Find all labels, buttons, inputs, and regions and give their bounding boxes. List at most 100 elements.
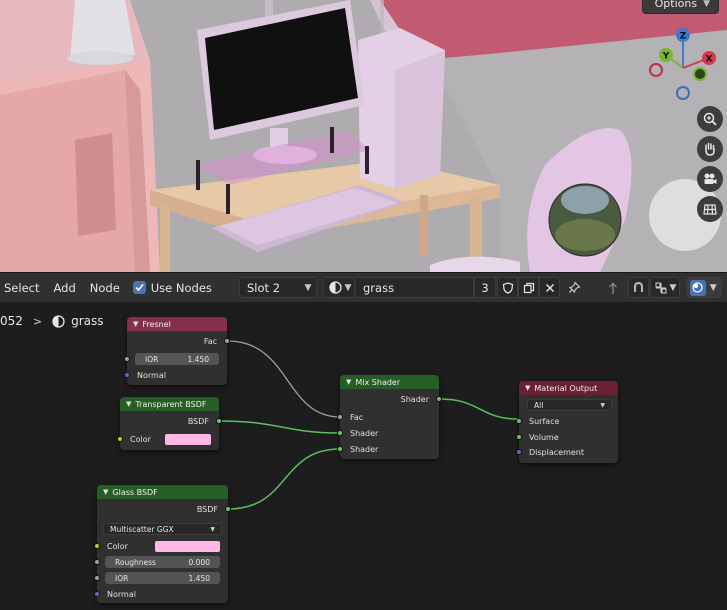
scene-render: [0, 0, 727, 272]
fresnel-title: Fresnel: [142, 319, 171, 329]
browse-material-button[interactable]: ▼: [323, 277, 355, 298]
glass-ior-field[interactable]: IOR 1.450: [105, 572, 220, 584]
fake-user-shield-icon[interactable]: [497, 277, 518, 298]
transparent-color-swatch[interactable]: [165, 434, 211, 445]
mix-node-header[interactable]: ▼ Mix Shader: [340, 375, 439, 389]
transparent-node-header[interactable]: ▼ Transparent BSDF: [120, 397, 219, 411]
svg-text:Z: Z: [680, 32, 687, 42]
node-editor-header: Select Add Node Use Nodes Slot 2 ▼ ▼ gra…: [0, 272, 727, 302]
collapse-chevron-icon[interactable]: ▼: [133, 320, 138, 328]
transparent-bsdf-output: BSDF: [187, 416, 209, 426]
glass-node-header[interactable]: ▼ Glass BSDF: [97, 485, 228, 499]
fac-output-socket[interactable]: [224, 338, 230, 344]
ior-value: 1.450: [187, 354, 209, 364]
unlink-close-icon[interactable]: [539, 277, 560, 298]
normal-input-socket[interactable]: [94, 591, 100, 597]
mix-shader-node[interactable]: ▼ Mix Shader Shader Fac Shader Shader: [337, 375, 442, 459]
fresnel-node-header[interactable]: ▼ Fresnel: [127, 317, 227, 331]
menu-add[interactable]: Add: [46, 281, 82, 295]
fresnel-fac-output: Fac: [203, 336, 217, 346]
collapse-chevron-icon[interactable]: ▼: [525, 384, 530, 392]
glass-bsdf-output: BSDF: [196, 504, 218, 514]
glass-color-label: Color: [107, 541, 128, 551]
output-title: Material Output: [534, 383, 598, 393]
material-name: grass: [363, 280, 395, 295]
grid-icon[interactable]: [697, 196, 723, 222]
ior-label: IOR: [145, 354, 159, 364]
output-node-header[interactable]: ▼ Material Output: [519, 381, 618, 395]
user-count-label: 3: [481, 280, 489, 295]
breadcrumb-material: grass: [71, 314, 104, 328]
collapse-chevron-icon[interactable]: ▼: [346, 378, 351, 386]
breadcrumb-separator-icon: >: [32, 314, 43, 328]
shader1-input-socket[interactable]: [337, 430, 343, 436]
zoom-icon[interactable]: [697, 106, 723, 132]
roughness-value: 0.000: [188, 557, 210, 567]
transparent-title: Transparent BSDF: [135, 399, 207, 409]
mix-fac-label: Fac: [350, 412, 364, 422]
normal-input-socket[interactable]: [124, 372, 130, 378]
chevron-down-icon: ▼: [210, 525, 215, 533]
volume-input-socket[interactable]: [516, 434, 522, 440]
collapse-chevron-icon[interactable]: ▼: [126, 400, 131, 408]
collapse-chevron-icon[interactable]: ▼: [103, 488, 108, 496]
menu-select[interactable]: Select: [0, 281, 46, 295]
chevron-down-icon: ▼: [669, 282, 677, 293]
mix-shader-output: Shader: [400, 394, 429, 404]
shader-output-socket[interactable]: [436, 396, 442, 402]
use-nodes-checkbox[interactable]: [132, 281, 146, 294]
transparent-color-label: Color: [130, 434, 151, 444]
3d-viewport[interactable]: Options ▼ Z Y X: [0, 0, 727, 272]
slot-label: Slot 2: [247, 280, 281, 295]
material-sphere-icon: [324, 281, 342, 294]
overlay-icon: [690, 279, 706, 296]
snap-settings-dropdown[interactable]: ▼: [650, 277, 680, 298]
ior-input-socket[interactable]: [124, 356, 130, 362]
snap-magnet-icon[interactable]: [628, 277, 649, 298]
options-label: Options: [654, 0, 698, 10]
fac-input-socket[interactable]: [337, 414, 343, 420]
displacement-input-socket[interactable]: [516, 449, 522, 455]
glass-normal-label: Normal: [107, 589, 136, 599]
link-transparent-to-mix: [218, 420, 341, 434]
options-dropdown[interactable]: Options ▼: [641, 0, 719, 14]
pan-hand-icon[interactable]: [697, 136, 723, 162]
fresnel-normal-label: Normal: [137, 370, 166, 380]
use-nodes-toggle[interactable]: Use Nodes: [127, 281, 212, 295]
pin-icon[interactable]: [564, 277, 585, 298]
link-glass-to-mix: [227, 448, 341, 510]
surface-input-socket[interactable]: [516, 418, 522, 424]
surface-label: Surface: [529, 416, 560, 426]
user-count[interactable]: 3: [474, 277, 496, 298]
distribution-dropdown[interactable]: Multiscatter GGX ▼: [103, 523, 222, 535]
ior-field[interactable]: IOR 1.450: [135, 353, 219, 365]
navigation-gizmo[interactable]: Z Y X: [645, 25, 723, 103]
glass-color-swatch[interactable]: [155, 541, 220, 552]
roughness-input-socket[interactable]: [94, 559, 100, 565]
duplicate-material-icon[interactable]: [518, 277, 539, 298]
output-target-dropdown[interactable]: All ▼: [527, 399, 612, 411]
material-output-node[interactable]: ▼ Material Output All ▼ Surface Volume D…: [516, 381, 618, 463]
glass-title: Glass BSDF: [112, 487, 158, 497]
link-mix-to-output: [439, 398, 519, 420]
fresnel-node[interactable]: ▼ Fresnel Fac IOR 1.450 Normal: [124, 317, 230, 385]
glass-bsdf-node[interactable]: ▼ Glass BSDF BSDF Multiscatter GGX ▼ Col…: [94, 485, 231, 603]
material-name-field[interactable]: grass: [356, 277, 474, 298]
chevron-down-icon: ▼: [304, 282, 312, 293]
roughness-field[interactable]: Roughness 0.000: [105, 556, 220, 568]
color-input-socket[interactable]: [94, 543, 100, 549]
menu-node[interactable]: Node: [83, 281, 127, 295]
slot-dropdown[interactable]: Slot 2 ▼: [239, 277, 317, 298]
overlay-dropdown[interactable]: ▼: [686, 277, 722, 298]
ior-input-socket[interactable]: [94, 575, 100, 581]
camera-icon[interactable]: [697, 166, 723, 192]
chevron-down-icon: ▼: [344, 282, 352, 293]
node-canvas[interactable]: 052 > grass ▼ Fresnel Fac IOR 1.450 Norm…: [0, 302, 727, 610]
shader2-input-socket[interactable]: [337, 446, 343, 452]
transparent-bsdf-node[interactable]: ▼ Transparent BSDF BSDF Color: [117, 397, 222, 450]
bsdf-output-socket[interactable]: [216, 418, 222, 424]
bsdf-output-socket[interactable]: [225, 506, 231, 512]
color-input-socket[interactable]: [117, 436, 123, 442]
output-target-label: All: [534, 400, 544, 410]
parent-node-tree-icon[interactable]: [602, 277, 623, 298]
